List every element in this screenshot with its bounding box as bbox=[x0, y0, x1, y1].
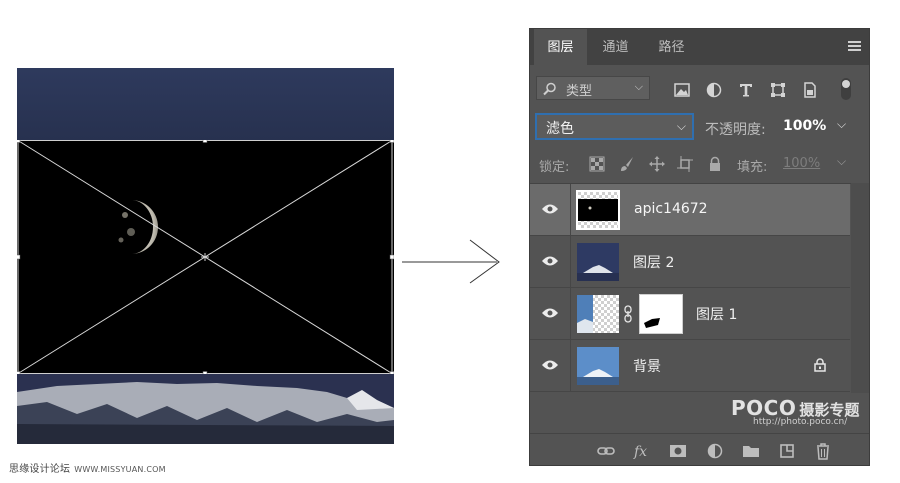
watermark-text: 思缘设计论坛 bbox=[9, 464, 71, 475]
adjustment-filter-icon[interactable] bbox=[705, 81, 723, 99]
lock-all-icon[interactable] bbox=[707, 156, 723, 172]
opacity-label: 不透明度: bbox=[705, 122, 766, 138]
search-icon bbox=[543, 82, 556, 96]
eye-icon bbox=[542, 308, 558, 318]
transform-handle[interactable] bbox=[389, 140, 394, 143]
eye-icon bbox=[542, 360, 558, 370]
opacity-dropdown-icon[interactable]: ⌵ bbox=[837, 117, 846, 132]
svg-text:fx: fx bbox=[633, 444, 647, 460]
transform-handle[interactable] bbox=[17, 254, 21, 260]
type-filter-icon[interactable] bbox=[737, 81, 755, 99]
transform-handle[interactable] bbox=[389, 254, 394, 260]
shape-filter-icon[interactable] bbox=[769, 81, 787, 99]
fill-label: 填充: bbox=[737, 160, 768, 175]
blend-mode-value: 滤色 bbox=[546, 121, 574, 137]
document-canvas[interactable] bbox=[17, 68, 394, 444]
visibility-toggle[interactable] bbox=[530, 236, 571, 287]
layer-mask-thumbnail[interactable] bbox=[639, 294, 683, 334]
chevron-down-icon: ⌵ bbox=[634, 80, 643, 93]
transform-handle[interactable] bbox=[202, 140, 208, 143]
lock-transparent-icon[interactable] bbox=[589, 156, 605, 172]
eye-icon bbox=[542, 204, 558, 214]
transform-handle[interactable] bbox=[17, 140, 21, 143]
layer-filter-row: 类型 ⌵ bbox=[530, 73, 869, 103]
add-mask-icon[interactable] bbox=[669, 442, 687, 460]
image-filter-icon[interactable] bbox=[673, 81, 691, 99]
layers-panel: 图层 通道 路径 类型 ⌵ 滤色 ⌵ 不透明度: 100% ⌵ 锁定: 填充: … bbox=[529, 28, 870, 466]
fill-input[interactable]: 100% bbox=[783, 156, 820, 171]
layer-name: 图层 1 bbox=[696, 307, 738, 323]
lock-artboard-icon[interactable] bbox=[677, 156, 693, 172]
tab-layers[interactable]: 图层 bbox=[534, 29, 587, 65]
panel-menu-icon[interactable] bbox=[848, 41, 861, 52]
panel-tab-bar: 图层 通道 路径 bbox=[530, 29, 869, 65]
transform-handle[interactable] bbox=[389, 371, 394, 375]
layer-row-background[interactable]: 背景 bbox=[530, 340, 850, 392]
layer-row-layer-1[interactable]: 图层 1 bbox=[530, 288, 850, 340]
fx-icon[interactable]: fx bbox=[633, 442, 651, 460]
arrow-right-icon bbox=[402, 239, 500, 284]
opacity-input[interactable]: 100% bbox=[783, 118, 826, 134]
mountain-image bbox=[17, 374, 394, 444]
layer-thumbnail bbox=[577, 347, 619, 385]
lock-position-icon[interactable] bbox=[649, 156, 665, 172]
background-sky bbox=[17, 68, 394, 140]
watermark-url: WWW.MISSYUAN.COM bbox=[74, 465, 166, 474]
group-icon[interactable] bbox=[742, 442, 760, 460]
blend-mode-select[interactable]: 滤色 ⌵ bbox=[535, 113, 694, 140]
tab-paths[interactable]: 路径 bbox=[644, 29, 699, 65]
layer-thumbnail bbox=[577, 295, 619, 333]
lock-image-icon[interactable] bbox=[619, 156, 635, 172]
layers-bottom-toolbar: fx bbox=[530, 433, 869, 466]
layer-row-layer-2[interactable]: 图层 2 bbox=[530, 236, 850, 288]
lock-icon[interactable] bbox=[814, 358, 826, 372]
visibility-toggle[interactable] bbox=[530, 340, 571, 391]
new-layer-icon[interactable] bbox=[778, 442, 796, 460]
blend-row: 滤色 ⌵ 不透明度: 100% ⌵ bbox=[530, 111, 869, 141]
poco-logo: POCO 摄影专题 http://photo.poco.cn/ bbox=[731, 396, 859, 427]
fill-dropdown-icon[interactable]: ⌵ bbox=[837, 154, 846, 169]
layer-thumbnail bbox=[577, 243, 619, 281]
link-layers-icon[interactable] bbox=[597, 442, 615, 460]
layer-thumbnail bbox=[576, 190, 620, 230]
layer-name: 图层 2 bbox=[633, 255, 675, 271]
lock-row: 锁定: 填充: 100% ⌵ bbox=[530, 149, 869, 179]
lock-label: 锁定: bbox=[539, 160, 570, 175]
smart-object-filter-icon[interactable] bbox=[801, 81, 819, 99]
transform-handle[interactable] bbox=[202, 371, 208, 375]
layer-name: apic14672 bbox=[634, 201, 708, 217]
tab-channels[interactable]: 通道 bbox=[588, 29, 643, 65]
filter-type-label: 类型 bbox=[566, 84, 593, 99]
mask-link-icon[interactable] bbox=[623, 305, 633, 323]
layer-row-apic14672[interactable]: apic14672 bbox=[530, 184, 850, 236]
free-transform-box[interactable] bbox=[17, 140, 394, 374]
transform-handle[interactable] bbox=[17, 371, 21, 375]
layer-list-scrollbar[interactable] bbox=[851, 183, 869, 393]
layer-list: apic14672 图层 2 图层 1 背景 bbox=[530, 183, 869, 394]
layer-name: 背景 bbox=[633, 359, 661, 375]
reference-point[interactable] bbox=[201, 253, 209, 261]
adjustment-layer-icon[interactable] bbox=[706, 442, 724, 460]
delete-icon[interactable] bbox=[814, 442, 832, 460]
chevron-down-icon: ⌵ bbox=[676, 119, 686, 133]
visibility-toggle[interactable] bbox=[530, 184, 571, 235]
site-watermark: 思缘设计论坛 WWW.MISSYUAN.COM bbox=[9, 460, 166, 475]
eye-icon bbox=[542, 256, 558, 266]
filter-type-select[interactable]: 类型 ⌵ bbox=[536, 76, 650, 100]
filter-toggle-icon[interactable] bbox=[839, 77, 853, 101]
visibility-toggle[interactable] bbox=[530, 288, 571, 339]
